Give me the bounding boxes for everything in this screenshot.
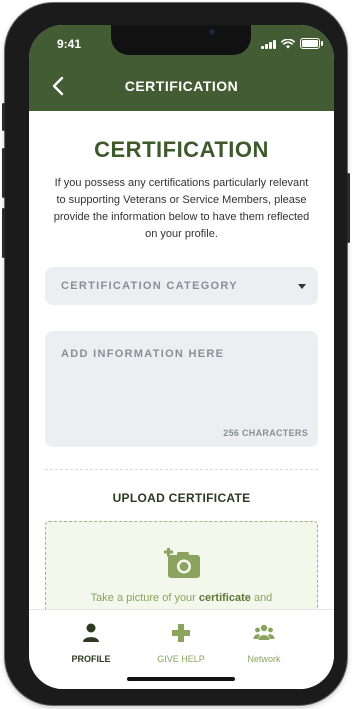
nav-bar: CERTIFICATION [29, 61, 334, 111]
select-label: CERTIFICATION CATEGORY [61, 280, 238, 292]
page-title: CERTIFICATION [94, 137, 269, 162]
home-indicator [127, 677, 235, 681]
mute-switch [2, 103, 5, 131]
volume-up-button [2, 148, 5, 198]
information-textarea[interactable]: ADD INFORMATION HERE 256 CHARACTERS [45, 331, 318, 447]
system-icons [261, 38, 323, 49]
tab-profile[interactable]: PROFILE [51, 622, 131, 664]
dropdown-caret-icon [298, 284, 306, 289]
front-camera-icon [207, 27, 217, 37]
group-icon [253, 624, 275, 640]
textarea-placeholder: ADD INFORMATION HERE [61, 348, 225, 360]
power-button [347, 173, 350, 243]
signal-icon [261, 39, 276, 49]
tab-give-help[interactable]: GIVE HELP [141, 622, 221, 664]
screen: 9:41 CERTIFICATION CERTIFICATION If you … [29, 25, 334, 689]
status-bar: 9:41 [29, 25, 334, 61]
plus-icon [172, 624, 190, 642]
battery-icon [300, 38, 323, 49]
intro-text: If you possess any certifications partic… [53, 177, 310, 240]
tab-label-give-help: GIVE HELP [157, 654, 205, 664]
tab-label-network: Network [247, 654, 281, 664]
certification-category-select[interactable]: CERTIFICATION CATEGORY [45, 267, 318, 305]
volume-down-button [2, 208, 5, 258]
upload-title: UPLOAD CERTIFICATE [112, 491, 251, 505]
character-count: 256 CHARACTERS [223, 428, 308, 438]
status-time: 9:41 [57, 37, 82, 51]
phone-frame: 9:41 CERTIFICATION CERTIFICATION If you … [2, 3, 350, 705]
divider [45, 469, 318, 470]
tab-network[interactable]: Network [224, 622, 304, 664]
add-photo-icon [164, 548, 200, 578]
content-area[interactable]: CERTIFICATION If you possess any certifi… [29, 111, 334, 609]
wifi-icon [281, 38, 295, 48]
notch [111, 25, 251, 55]
person-icon [83, 623, 99, 642]
tab-label-profile: PROFILE [71, 654, 111, 664]
upload-instructions: Take a picture of your certificate and [90, 592, 273, 604]
upload-certificate-dropzone[interactable]: Take a picture of your certificate and [45, 521, 318, 609]
nav-title: CERTIFICATION [124, 78, 239, 94]
